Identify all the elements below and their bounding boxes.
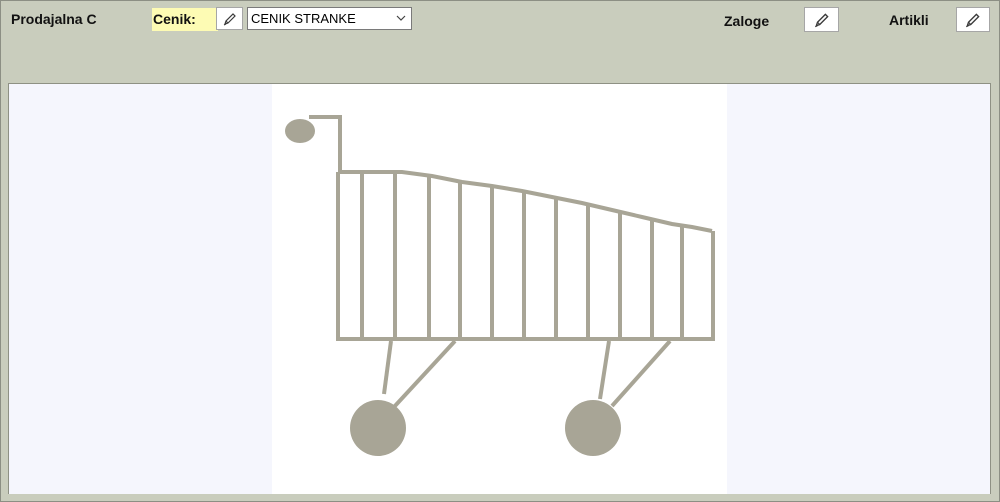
pencil-icon (965, 12, 980, 27)
deposits-label: Zaloge (724, 13, 770, 29)
pencil-icon (223, 12, 236, 25)
articles-label: Artikli (889, 12, 929, 28)
shop-label: Prodajalna C (11, 11, 97, 27)
pencil-icon (814, 12, 829, 27)
price-list-select[interactable]: CENIK STRANKE (247, 7, 412, 30)
content-panel (8, 83, 991, 494)
chevron-down-icon (396, 15, 406, 21)
shopping-cart-icon (285, 115, 715, 456)
articles-edit-button[interactable] (956, 7, 990, 32)
price-list-label: Cenik: (152, 8, 218, 31)
window-frame: Prodajalna C Cenik: CENIK STRANKE Zaloge… (0, 0, 1000, 502)
cart-image-area[interactable] (272, 84, 727, 494)
price-list-edit-button[interactable] (216, 7, 243, 30)
deposits-edit-button[interactable] (804, 7, 839, 32)
price-list-selected-value: CENIK STRANKE (251, 11, 356, 26)
